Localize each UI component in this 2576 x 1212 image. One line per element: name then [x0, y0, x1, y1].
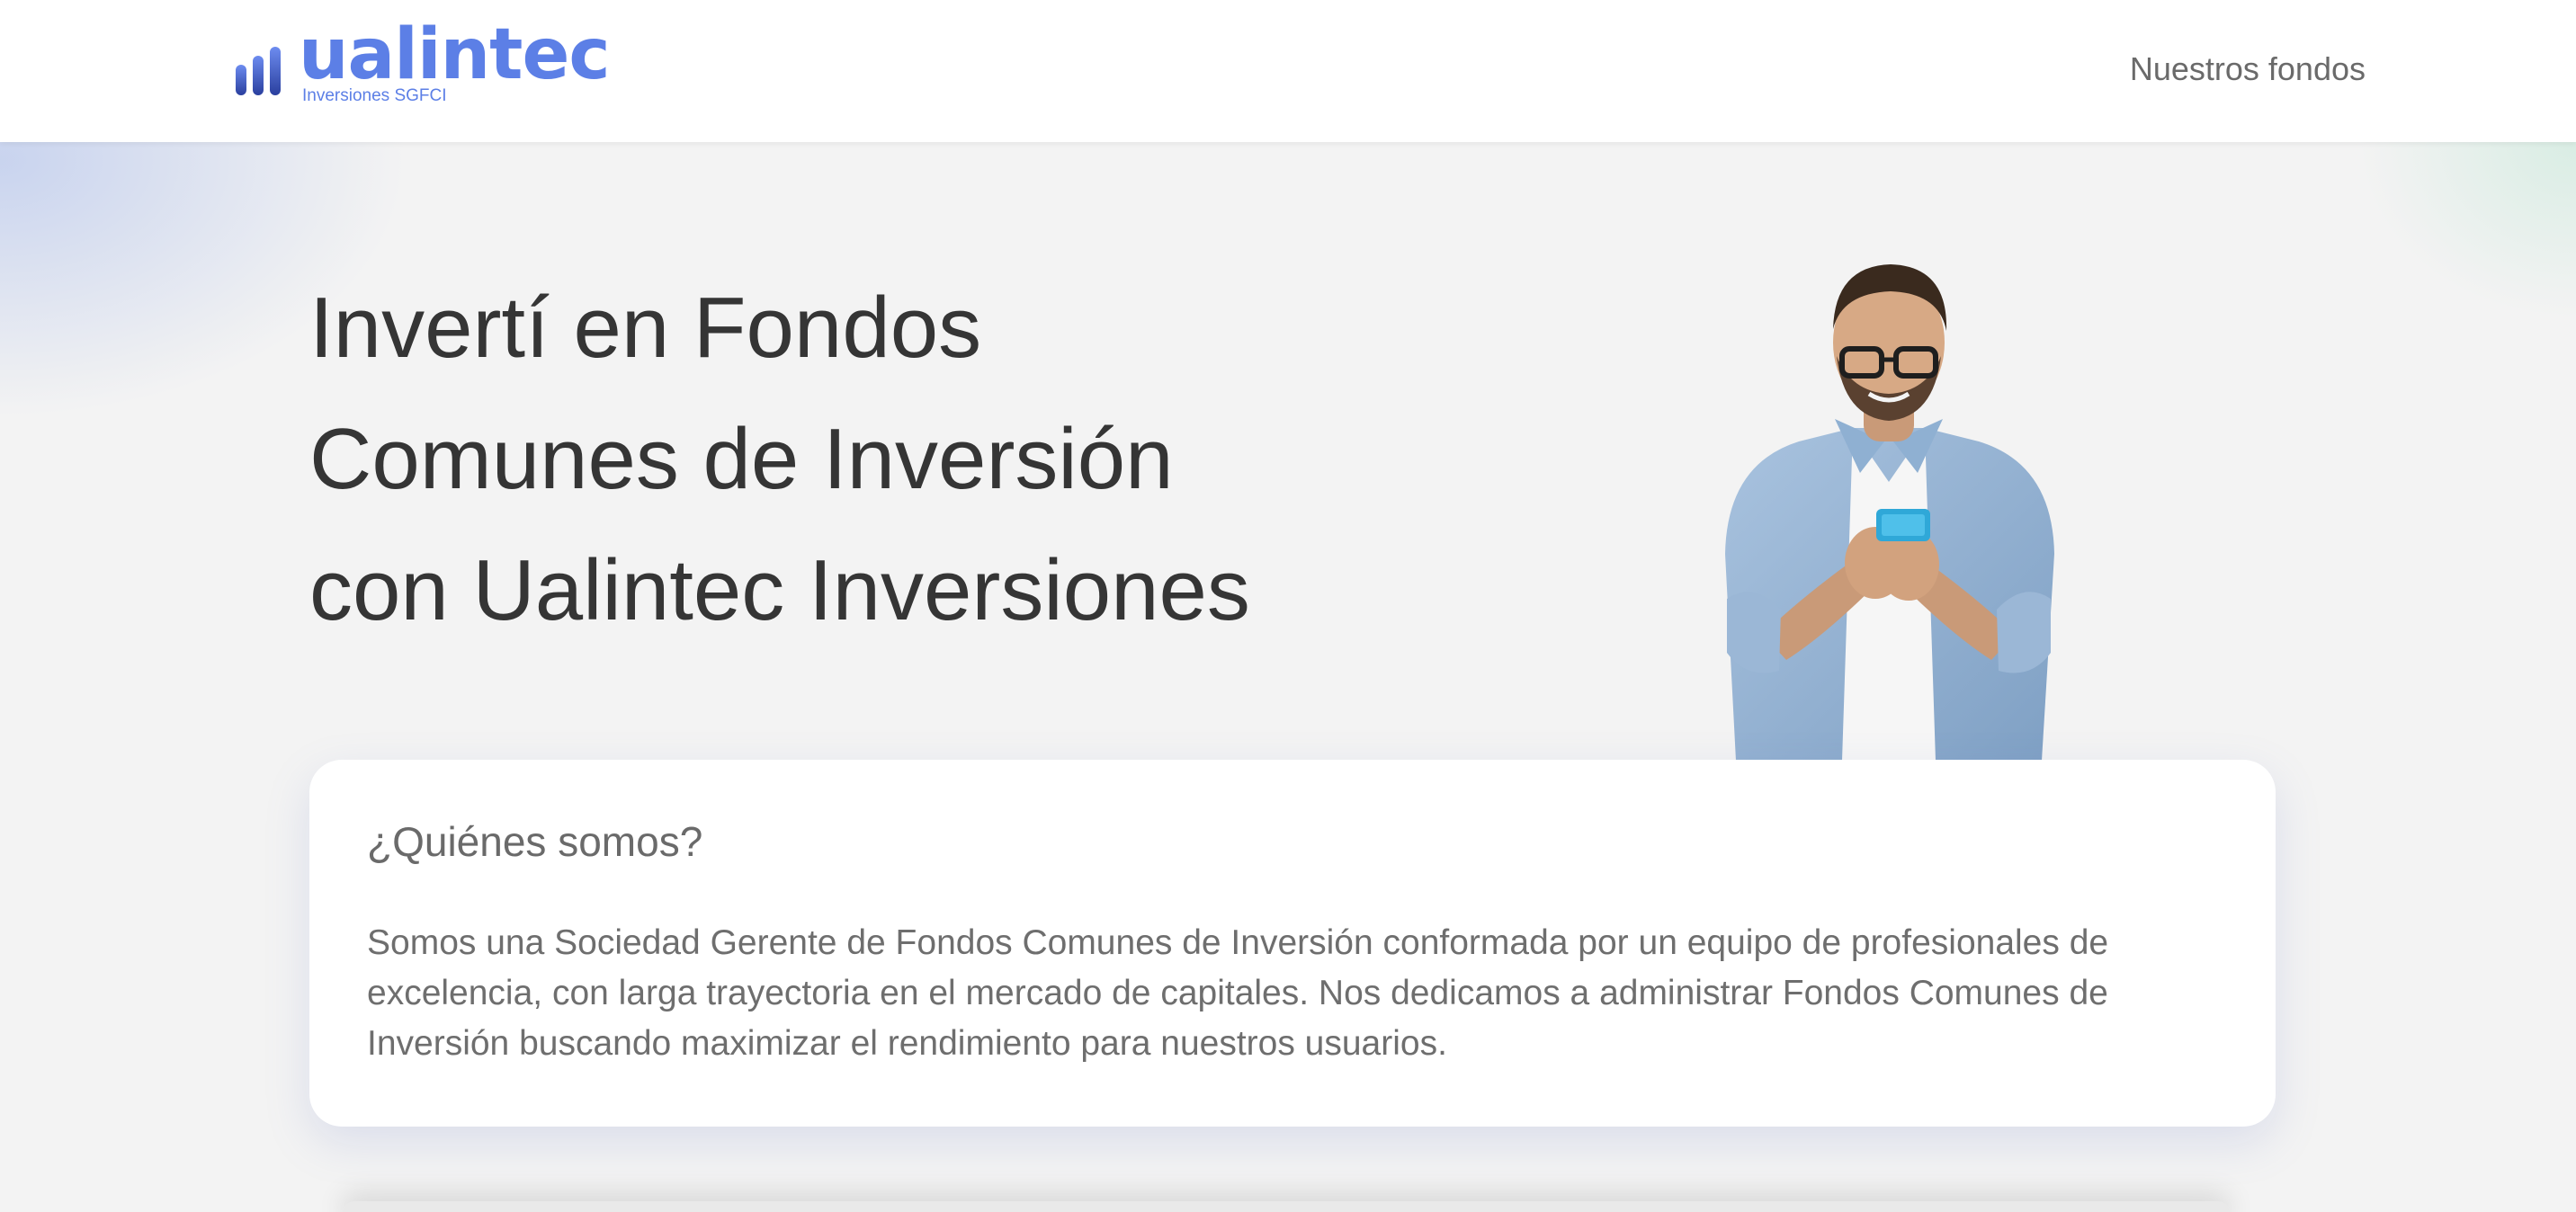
nav-link-nuestros-fondos[interactable]: Nuestros fondos — [2130, 50, 2366, 88]
logo-wordmark: ualintec — [299, 14, 611, 95]
smiling-man-with-phone-image — [1725, 264, 2054, 761]
next-section-card-edge — [342, 1201, 2231, 1212]
hero-title-line-1: Invertí en Fondos — [309, 280, 982, 376]
ualintec-logo[interactable]: ualintec Inversiones SGFCI — [236, 16, 611, 110]
hero-title-line-3: con Ualintec Inversiones — [309, 542, 1250, 638]
about-card: ¿Quiénes somos? Somos una Sociedad Geren… — [309, 760, 2276, 1127]
about-title: ¿Quiénes somos? — [367, 818, 703, 865]
logo-tagline: Inversiones SGFCI — [302, 86, 447, 105]
about-text: Somos una Sociedad Gerente de Fondos Com… — [367, 923, 2109, 1063]
top-navigation-bar: ualintec Inversiones SGFCI Nuestros fond… — [0, 0, 2576, 142]
bar-chart-logo-icon — [236, 47, 281, 95]
hero-title: Invertí en Fondos Comunes de Inversión c… — [309, 263, 1250, 656]
hero-title-line-2: Comunes de Inversión — [309, 411, 1174, 507]
